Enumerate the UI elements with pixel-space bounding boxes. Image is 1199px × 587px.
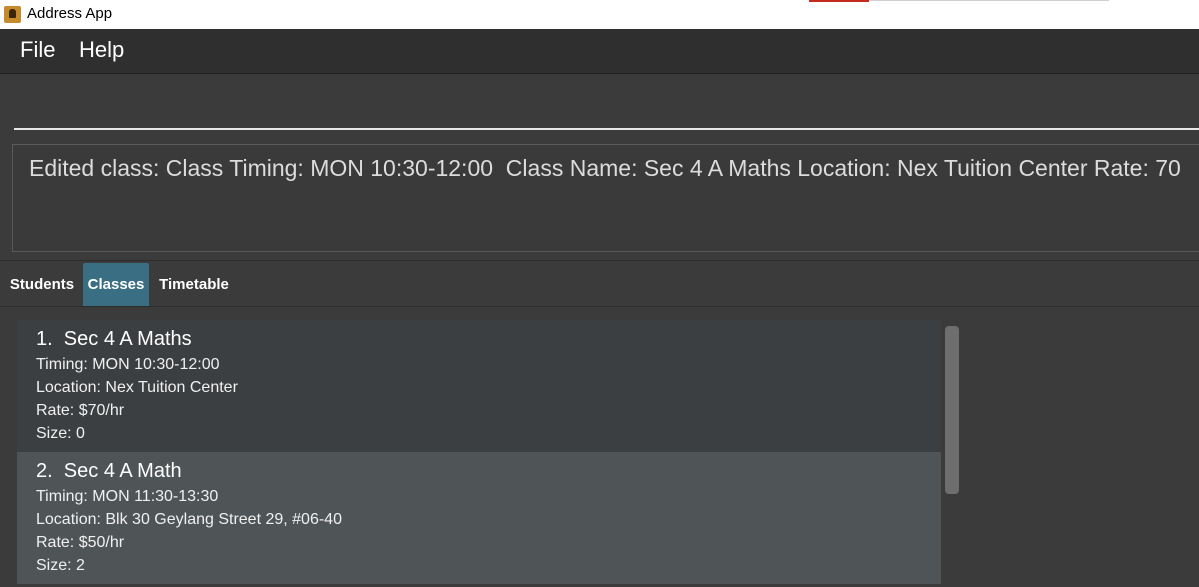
window-title: Address App [27, 5, 113, 22]
menu-file[interactable]: File [20, 37, 55, 63]
result-display: Edited class: Class Timing: MON 10:30-12… [12, 144, 1199, 252]
tab-bar: Students Classes Timetable [0, 260, 1199, 307]
class-rate: Rate: $70/hr [36, 402, 125, 419]
tab-students[interactable]: Students [4, 263, 80, 306]
result-message: Edited class: Class Timing: MON 10:30-12… [29, 155, 1181, 181]
class-title: 1. Sec 4 A Maths [36, 328, 192, 350]
class-title: 2. Sec 4 A Math [36, 460, 182, 482]
window-title-bar: Address App [0, 0, 1199, 29]
list-scrollbar[interactable] [945, 326, 959, 494]
command-box-area [0, 73, 1199, 137]
title-bar-accent [809, 0, 869, 2]
class-location: Location: Nex Tuition Center [36, 379, 238, 396]
class-rate: Rate: $50/hr [36, 534, 125, 551]
class-size: Size: 0 [36, 425, 85, 442]
tab-timetable[interactable]: Timetable [152, 263, 236, 306]
title-bar-divider [869, 0, 1109, 1]
command-input[interactable] [14, 88, 1199, 130]
menu-help[interactable]: Help [79, 37, 124, 63]
class-list: 1. Sec 4 A Maths Timing: MON 10:30-12:00… [0, 307, 1199, 587]
class-card[interactable]: 1. Sec 4 A Maths Timing: MON 10:30-12:00… [17, 320, 941, 452]
tab-classes[interactable]: Classes [83, 263, 149, 306]
address-book-icon [4, 6, 21, 23]
class-timing: Timing: MON 10:30-12:00 [36, 356, 220, 373]
menu-bar: File Help [0, 29, 1199, 73]
class-timing: Timing: MON 11:30-13:30 [36, 488, 219, 505]
class-location: Location: Blk 30 Geylang Street 29, #06-… [36, 511, 342, 528]
class-size: Size: 2 [36, 557, 85, 574]
class-card[interactable]: 2. Sec 4 A Math Timing: MON 11:30-13:30 … [17, 452, 941, 584]
result-display-area: Edited class: Class Timing: MON 10:30-12… [0, 136, 1199, 260]
